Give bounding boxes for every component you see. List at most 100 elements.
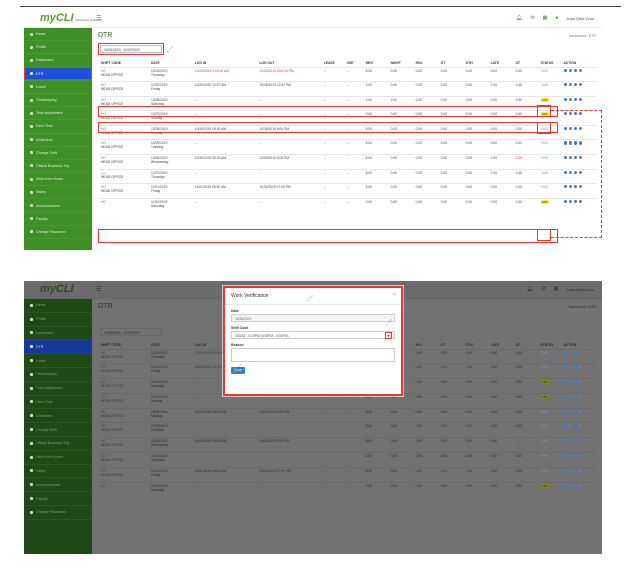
eye-icon[interactable] <box>568 468 572 473</box>
table-row[interactable]: HO HEAD OFFICE 10/30/2019 Wednesday 10/30/20… <box>100 154 596 170</box>
eye-icon[interactable] <box>568 83 572 87</box>
sidebar-item[interactable]: Payslip <box>24 213 92 226</box>
sidebar-item[interactable]: Profile <box>24 41 92 55</box>
edit-icon[interactable] <box>563 380 567 384</box>
sidebar-item[interactable]: Salary <box>24 186 92 200</box>
table-row[interactable]: HO 11/02/2019 Saturday -- -- -- -- 0.00 0.00 0.00… <box>100 197 596 213</box>
share-icon[interactable] <box>579 365 583 369</box>
sidebar-item[interactable]: Salary <box>24 465 92 479</box>
edit-icon[interactable] <box>563 409 567 413</box>
sidebar-item[interactable]: Undertime <box>24 409 92 424</box>
sidebar-item[interactable]: DTR <box>24 340 92 355</box>
edit-icon[interactable] <box>563 439 567 443</box>
sidebar-item[interactable]: Undertime <box>24 134 92 147</box>
sidebar-item[interactable]: Dashboard <box>24 327 92 341</box>
sidebar-item[interactable]: Change Shift <box>24 423 92 437</box>
table-row[interactable]: HO HEAD OFFICE 10/24/2019 Thursday 10/24/201… <box>100 66 596 82</box>
table-row[interactable]: HO HEAD OFFICE 11/25/2019 Friday 10/25/2019 … <box>100 81 596 97</box>
table-row[interactable]: HO HEAD OFFICE 10/28/2019 Monday 10/28/2019 … <box>100 407 596 423</box>
edit-icon[interactable] <box>563 97 567 101</box>
eye-icon[interactable] <box>568 97 572 101</box>
refresh-icon[interactable] <box>573 394 578 399</box>
sidebar-item[interactable]: Timekeeping <box>24 368 92 382</box>
eye-icon[interactable] <box>568 380 572 384</box>
sidebar-item[interactable]: Announcement <box>24 199 92 213</box>
table-row[interactable]: HO HEAD OFFICE 10/31/2019 Thursday -- -- -- -- 8… <box>100 168 596 184</box>
breadcrumb[interactable]: Dashboard / DTR <box>569 305 596 309</box>
table-row[interactable]: HO HEAD OFFICE 10/30/2019 Wednesday 10/30/20… <box>100 437 596 453</box>
sidebar-item[interactable]: Change Shift <box>24 147 92 160</box>
sidebar-item[interactable]: Over Time <box>24 120 92 134</box>
share-icon[interactable] <box>579 409 583 413</box>
calendar-icon[interactable]: ▦ <box>543 15 548 21</box>
app-logo[interactable]: myCLI <box>40 283 74 295</box>
edit-icon[interactable] <box>563 483 567 487</box>
share-icon[interactable] <box>579 380 583 384</box>
user-avatar-icon[interactable]: ● <box>555 15 558 21</box>
sidebar-item[interactable]: Change Password <box>24 506 92 520</box>
refresh-icon[interactable] <box>573 409 578 413</box>
breadcrumb[interactable]: Dashboard / DTR <box>569 34 596 38</box>
table-row[interactable]: HO HEAD OFFICE 11/01/2019 Friday 11/01/2019 … <box>100 183 596 199</box>
date-range-input[interactable]: 10/24/2019 - 11/07/2019 <box>100 328 162 336</box>
sidebar-item[interactable]: Work from Home <box>24 173 92 187</box>
eye-icon[interactable] <box>568 350 572 354</box>
refresh-icon[interactable] <box>573 483 578 487</box>
app-logo[interactable]: myCLI Workforce Solutions <box>40 12 102 24</box>
edit-icon[interactable] <box>563 68 567 72</box>
share-icon[interactable] <box>579 83 583 87</box>
refresh-icon[interactable] <box>573 365 578 369</box>
edit-icon[interactable] <box>563 468 567 473</box>
sidebar-item[interactable]: Payslip <box>24 492 92 506</box>
refresh-icon[interactable] <box>573 97 578 101</box>
share-icon[interactable] <box>579 483 583 487</box>
date-field[interactable]: 10/26/2019 <box>231 314 395 322</box>
sidebar-item[interactable]: Time Adjustment <box>24 382 92 396</box>
eye-icon[interactable] <box>568 424 572 428</box>
edit-icon[interactable] <box>563 83 567 87</box>
close-icon[interactable]: × <box>393 292 396 298</box>
eye-icon[interactable] <box>568 68 572 72</box>
table-row[interactable]: HO HEAD OFFICE 10/31/2019 Thursday -- -- -- -- 8… <box>100 452 596 468</box>
sidebar-item[interactable]: Work from Home <box>24 451 92 465</box>
refresh-icon[interactable] <box>573 68 578 72</box>
edit-icon[interactable] <box>563 365 567 369</box>
sidebar-item[interactable]: Announcement <box>24 478 92 493</box>
refresh-icon[interactable] <box>573 350 578 354</box>
sidebar-item[interactable]: Change Password <box>24 226 92 239</box>
sidebar-item[interactable]: Official Business Trip <box>24 160 92 174</box>
refresh-icon[interactable] <box>573 380 578 384</box>
share-icon[interactable] <box>579 97 583 101</box>
share-icon[interactable] <box>579 350 583 354</box>
edit-icon[interactable] <box>563 394 567 399</box>
share-icon[interactable] <box>579 68 583 72</box>
sidebar-item[interactable]: Time Adjustment <box>24 107 92 121</box>
eye-icon[interactable] <box>568 394 572 399</box>
user-name[interactable]: Juan Dela Cruz <box>566 287 594 292</box>
sidebar-item[interactable]: Over Time <box>24 396 92 410</box>
eye-icon[interactable] <box>568 365 572 369</box>
reason-textarea[interactable] <box>231 348 395 362</box>
sidebar-item[interactable]: Dashboard <box>24 54 92 68</box>
sidebar-item[interactable]: Official Business Trip <box>24 437 92 451</box>
share-icon[interactable] <box>579 468 583 473</box>
share-icon[interactable] <box>579 424 583 428</box>
mail-icon[interactable]: ✉ <box>530 15 534 21</box>
sidebar-item[interactable]: Timekeeping <box>24 94 92 108</box>
share-icon[interactable] <box>579 394 583 399</box>
calendar-icon[interactable]: ▦ <box>554 286 559 292</box>
sidebar-item[interactable]: Profile <box>24 313 92 327</box>
refresh-icon[interactable] <box>573 454 578 458</box>
bell-icon[interactable]: 🔔︎ <box>527 286 533 292</box>
edit-icon[interactable] <box>563 350 567 354</box>
share-icon[interactable] <box>579 454 583 458</box>
menu-toggle-icon[interactable]: ☰ <box>96 286 101 293</box>
refresh-icon[interactable] <box>573 424 578 428</box>
refresh-icon[interactable] <box>573 468 578 473</box>
refresh-icon[interactable] <box>573 439 578 443</box>
bell-icon[interactable]: 🔔︎ <box>516 15 522 21</box>
refresh-icon[interactable] <box>573 83 578 87</box>
chevron-down-icon[interactable]: ▾ <box>385 332 392 339</box>
sidebar-item[interactable]: Leave <box>24 81 92 94</box>
shift-code-select[interactable]: 0630W - 5:20PM (8:00PM - 5:00PM) ▾ <box>231 331 395 339</box>
